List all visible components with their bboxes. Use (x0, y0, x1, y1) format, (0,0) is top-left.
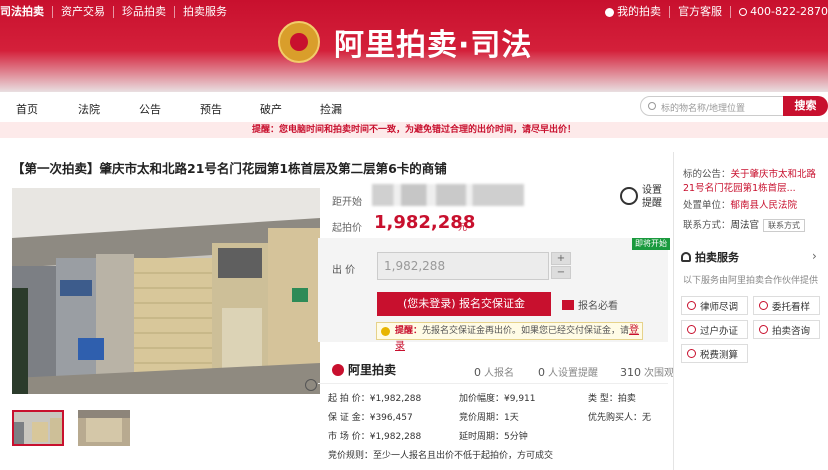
topnav-treasures[interactable]: 珍品拍卖 (114, 6, 175, 18)
headset-icon (681, 252, 691, 262)
nav-announcements[interactable]: 公告 (139, 101, 161, 117)
user-icon (605, 7, 615, 17)
nav-courts[interactable]: 法院 (78, 101, 100, 117)
decrease-bid-button[interactable]: − (551, 266, 571, 279)
official-service-link[interactable]: 官方客服 (670, 6, 732, 18)
detail-cycle: 竞价周期：1天 (459, 413, 519, 423)
nav-previews[interactable]: 预告 (200, 101, 222, 117)
set-reminder-button[interactable]: 设置 提醒 (620, 184, 662, 210)
countdown-value (372, 184, 524, 206)
topnav-assets[interactable]: 资产交易 (53, 6, 114, 18)
court-link[interactable]: 郁南县人民法院 (731, 200, 798, 211)
header-banner: 司法拍卖 资产交易 珍品拍卖 拍卖服务 我的拍卖 官方客服 400-822-28… (0, 0, 828, 92)
clock-icon (620, 187, 638, 205)
register-deposit-button[interactable]: (您未登录) 报名交保证金 (377, 292, 551, 316)
court-emblem-icon (278, 21, 320, 63)
bid-input[interactable]: 1,982,288 (377, 252, 549, 280)
chat-icon (759, 325, 768, 334)
detail-delay: 延时周期：5分钟 (459, 432, 528, 442)
chevron-right-icon[interactable]: › (812, 249, 817, 263)
detail-increment: 加价幅度：¥9,911 (459, 394, 536, 404)
thumbnail-2[interactable] (78, 410, 130, 446)
lawyer-icon (687, 301, 696, 310)
phone-icon (739, 8, 748, 16)
detail-deposit: 保 证 金：¥396,457 (328, 413, 413, 423)
nav-bankruptcy[interactable]: 破产 (260, 101, 282, 117)
location-icon (759, 301, 768, 310)
side-court: 处置单位：郁南县人民法院 (683, 200, 798, 211)
site-logo[interactable]: 阿里拍卖·司法 (278, 20, 532, 64)
book-icon (562, 299, 574, 310)
nav-home[interactable]: 首页 (16, 101, 38, 117)
entrust-viewing-button[interactable]: 委托看样 (753, 296, 820, 315)
topnav-services[interactable]: 拍卖服务 (175, 6, 235, 18)
status-badge: 即将开始 (632, 238, 670, 250)
side-notice[interactable]: 标的公告：关于肇庆市太和北路21号名门花园第1栋首层... (683, 166, 823, 194)
countdown-label: 距开始 (332, 197, 362, 208)
transfer-button[interactable]: 过户办证 (681, 320, 748, 339)
search-input[interactable]: 标的物名称/地理位置 (640, 96, 784, 116)
tax-calc-button[interactable]: 税费测算 (681, 344, 748, 363)
detail-rule: 竞价规则：至少一人报名且出价不低于起拍价，方可成交 (328, 451, 554, 461)
consult-button[interactable]: 拍卖咨询 (753, 320, 820, 339)
nav-bargains[interactable]: 捡漏 (320, 101, 342, 117)
main-photo[interactable] (12, 188, 320, 394)
phone-number: 400-822-2870 (731, 6, 828, 18)
start-price-label: 起拍价 (332, 223, 362, 234)
ali-auction-brand: 阿里拍卖 (332, 361, 396, 378)
contact-button[interactable]: 联系方式 (763, 219, 806, 232)
calculator-icon (687, 349, 696, 358)
detail-type: 类 型：拍卖 (588, 394, 636, 404)
search-icon (648, 102, 656, 110)
lawyer-check-button[interactable]: 律师尽调 (681, 296, 748, 315)
ali-logo-icon (332, 363, 344, 376)
increase-bid-button[interactable]: + (551, 252, 571, 265)
time-warning: 提醒：您电脑时间和拍卖时间不一致，为避免错过合理的出价时间，请尽早出价！ (0, 122, 828, 138)
detail-priority: 优先购买人：无 (588, 413, 652, 423)
service-subtitle: 以下服务由阿里拍卖合作伙伴提供 (683, 276, 819, 286)
topnav-judicial[interactable]: 司法拍卖 (0, 6, 53, 18)
detail-market-price: 市 场 价：¥1,982,288 (328, 432, 422, 442)
divider (318, 383, 668, 384)
thumbnail-1[interactable] (12, 410, 64, 446)
document-icon (687, 325, 696, 334)
service-title: 拍卖服务 (681, 249, 739, 265)
side-contact: 联系方式：周法官 联系方式 (683, 217, 806, 232)
must-read-link[interactable]: 报名必看 (562, 297, 618, 312)
zoom-icon[interactable] (305, 379, 317, 391)
logo-text: 阿里拍卖·司法 (334, 28, 533, 63)
my-auction-link[interactable]: 我的拍卖 (597, 6, 671, 18)
remind-count: 0 人设置提醒 (538, 366, 598, 379)
bulb-icon (381, 327, 390, 336)
bid-label: 出 价 (332, 265, 356, 276)
detail-start-price: 起 拍 价：¥1,982,288 (328, 394, 422, 404)
item-title: 【第一次拍卖】肇庆市太和北路21号名门花园第1栋首层及第二层第6卡的商铺 (12, 161, 447, 176)
deposit-tip: 提醒：先报名交保证金再出价。如果您已经交付保证金，请登录 (376, 322, 643, 352)
signup-count: 0 人报名 (474, 366, 514, 379)
search-button[interactable]: 搜索 (783, 96, 828, 116)
view-count: 310 次围观 (620, 366, 674, 379)
currency-unit: 元 (458, 223, 468, 233)
storefront-photo (12, 188, 320, 394)
sidebar-divider (673, 152, 674, 470)
